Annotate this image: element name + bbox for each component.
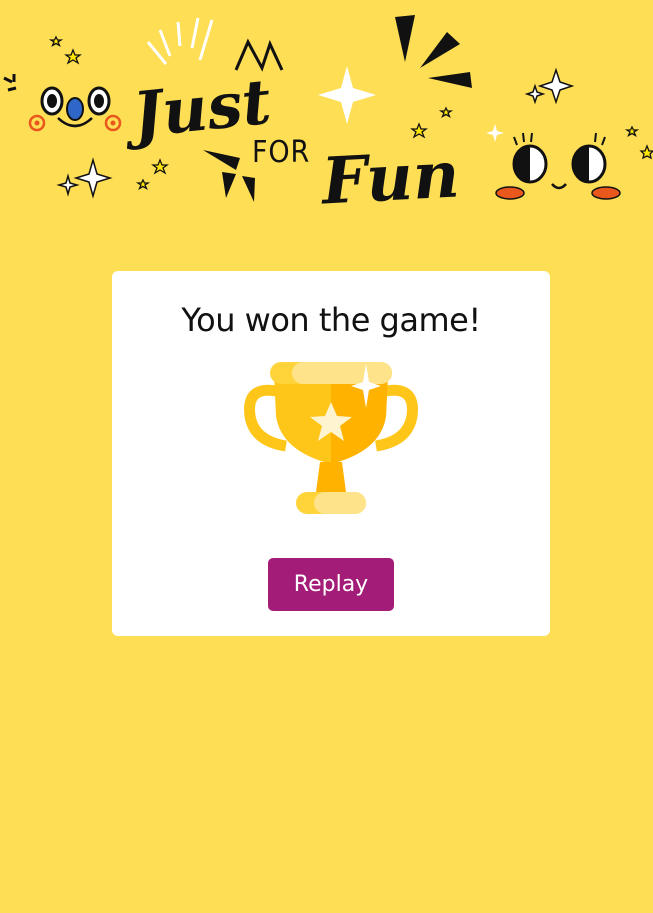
result-card: You won the game! Replay xyxy=(112,271,550,636)
replay-button[interactable]: Replay xyxy=(268,558,394,611)
win-message: You won the game! xyxy=(181,301,481,339)
right-face-icon xyxy=(495,132,621,200)
just-for-fun-banner: Just FOR Fun xyxy=(3,15,653,220)
banner-logo-text: Just FOR Fun xyxy=(119,65,461,220)
svg-text:Fun: Fun xyxy=(318,137,461,219)
svg-text:FOR: FOR xyxy=(252,135,310,170)
left-face-icon xyxy=(28,86,122,132)
trophy-icon xyxy=(236,346,426,531)
